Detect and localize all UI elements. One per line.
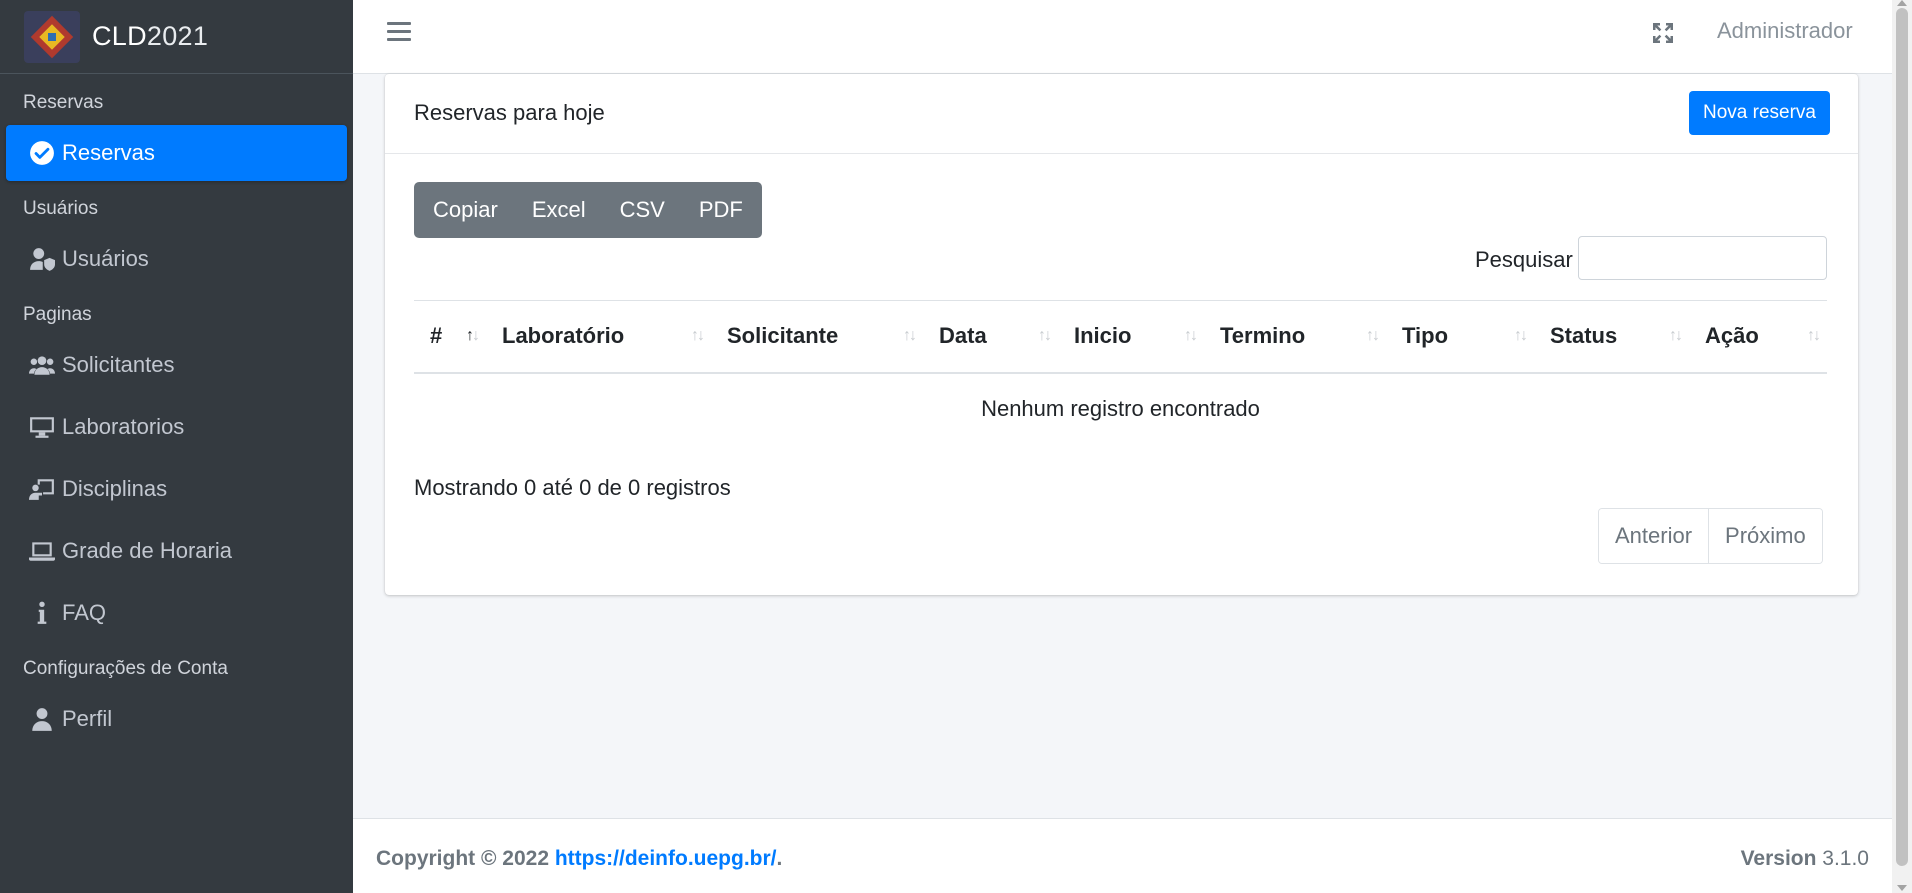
copyright: Copyright © 2022 https://deinfo.uepg.br/… bbox=[376, 847, 782, 871]
excel-button[interactable]: Excel bbox=[515, 182, 603, 238]
nav-header-reservas: Reservas bbox=[23, 92, 104, 113]
sort-icon: ↑↓ bbox=[1807, 327, 1821, 345]
brand-name: CLD2021 bbox=[92, 21, 208, 52]
page-scrollbar[interactable] bbox=[1892, 0, 1912, 893]
scroll-down-icon[interactable] bbox=[1897, 885, 1907, 891]
copy-button[interactable]: Copiar bbox=[416, 182, 515, 238]
sidebar-item-label: Reservas bbox=[62, 140, 155, 165]
pdf-button[interactable]: PDF bbox=[682, 182, 760, 238]
column-header-laboratorio[interactable]: Laboratório ↑↓ bbox=[486, 301, 711, 373]
desktop-icon bbox=[28, 413, 56, 441]
table-header-row: # ↑↓ Laboratório ↑↓ Solicitante ↑↓ Data ↑↓ I… bbox=[414, 300, 1827, 373]
search-input[interactable] bbox=[1578, 236, 1827, 280]
sort-icon: ↑↓ bbox=[1669, 327, 1683, 345]
nav-header-usuarios: Usuários bbox=[23, 198, 98, 219]
column-header-acao[interactable]: Ação ↑↓ bbox=[1689, 301, 1827, 373]
brand-link[interactable]: CLD2021 bbox=[0, 0, 353, 74]
sidebar-item-grade-de-horaria[interactable]: Grade de Horaria bbox=[6, 523, 347, 579]
sidebar-item-label: Grade de Horaria bbox=[62, 538, 232, 563]
column-header-data[interactable]: Data ↑↓ bbox=[923, 301, 1058, 373]
sidebar-item-label: Laboratorios bbox=[62, 414, 185, 439]
user-icon bbox=[28, 705, 56, 733]
check-circle-icon bbox=[28, 139, 56, 167]
menu-toggle-icon[interactable] bbox=[387, 22, 411, 44]
version-info: Version 3.1.0 bbox=[1741, 847, 1869, 871]
sidebar-item-label: Solicitantes bbox=[62, 352, 175, 377]
top-navbar: Administrador bbox=[353, 0, 1892, 74]
column-header-status[interactable]: Status ↑↓ bbox=[1534, 301, 1689, 373]
user-menu[interactable]: Administrador bbox=[1717, 18, 1853, 44]
version-number: 3.1.0 bbox=[1822, 847, 1869, 870]
table-row: Nenhum registro encontrado bbox=[414, 373, 1827, 445]
users-icon bbox=[28, 351, 56, 379]
copyright-suffix: . bbox=[776, 847, 783, 870]
sidebar-item-laboratorios[interactable]: Laboratorios bbox=[6, 399, 347, 455]
sort-asc-icon: ↑↓ bbox=[466, 327, 480, 345]
column-header-inicio[interactable]: Inicio ↑↓ bbox=[1058, 301, 1204, 373]
sidebar-item-usuarios[interactable]: Usuários bbox=[6, 231, 347, 287]
column-header-label: Laboratório bbox=[502, 323, 625, 349]
export-button-group: Copiar Excel CSV PDF bbox=[414, 182, 762, 238]
sort-icon: ↑↓ bbox=[1366, 327, 1380, 345]
table-info: Mostrando 0 até 0 de 0 registros bbox=[414, 475, 731, 500]
brand-logo bbox=[24, 10, 80, 63]
fullscreen-icon[interactable] bbox=[1651, 21, 1675, 45]
nova-reserva-button[interactable]: Nova reserva bbox=[1689, 91, 1830, 135]
sidebar-item-label: Usuários bbox=[62, 246, 149, 271]
column-header-label: # bbox=[430, 323, 443, 349]
laptop-icon bbox=[28, 537, 56, 565]
sidebar-item-label: FAQ bbox=[62, 600, 107, 625]
search-label: Pesquisar bbox=[1475, 247, 1573, 272]
sort-icon: ↑↓ bbox=[1184, 327, 1198, 345]
next-page-button[interactable]: Próximo bbox=[1708, 509, 1822, 563]
sidebar-item-faq[interactable]: FAQ bbox=[6, 585, 347, 641]
column-header-label: Ação bbox=[1705, 323, 1759, 349]
chalkboard-teacher-icon bbox=[28, 475, 56, 503]
sort-icon: ↑↓ bbox=[903, 327, 917, 345]
sidebar-item-disciplinas[interactable]: Disciplinas bbox=[6, 461, 347, 517]
nav-header-paginas: Paginas bbox=[23, 304, 92, 325]
column-header-tipo[interactable]: Tipo ↑↓ bbox=[1386, 301, 1534, 373]
column-header-label: Inicio bbox=[1074, 323, 1132, 349]
reservas-card: Reservas para hoje Nova reserva Copiar E… bbox=[385, 74, 1858, 595]
column-header-label: Data bbox=[939, 323, 987, 349]
sidebar-item-perfil[interactable]: Perfil bbox=[6, 691, 347, 747]
pagination: Anterior Próximo bbox=[1598, 508, 1823, 564]
column-header-termino[interactable]: Termino ↑↓ bbox=[1204, 301, 1386, 373]
footer: Copyright © 2022 https://deinfo.uepg.br/… bbox=[353, 818, 1892, 893]
card-header: Reservas para hoje Nova reserva bbox=[385, 74, 1858, 154]
column-header-label: Solicitante bbox=[727, 323, 839, 349]
column-header-label: Status bbox=[1550, 323, 1618, 349]
footer-link[interactable]: https://deinfo.uepg.br/ bbox=[555, 847, 777, 870]
sidebar-item-reservas[interactable]: Reservas bbox=[6, 125, 347, 181]
sidebar-item-solicitantes[interactable]: Solicitantes bbox=[6, 337, 347, 393]
reservas-table: # ↑↓ Laboratório ↑↓ Solicitante ↑↓ Data ↑↓ I… bbox=[414, 300, 1827, 445]
previous-page-button[interactable]: Anterior bbox=[1599, 509, 1709, 563]
column-header-label: Termino bbox=[1220, 323, 1306, 349]
brand-name-light: 2021 bbox=[146, 21, 209, 51]
sort-icon: ↑↓ bbox=[691, 327, 705, 345]
sort-icon: ↑↓ bbox=[1038, 327, 1052, 345]
nav-header-configuracoes: Configurações de Conta bbox=[23, 658, 228, 679]
user-shield-icon bbox=[28, 245, 56, 273]
csv-button[interactable]: CSV bbox=[603, 182, 682, 238]
sidebar: CLD2021 Reservas Reservas Usuários Usuár… bbox=[0, 0, 353, 893]
scrollbar-thumb[interactable] bbox=[1896, 8, 1908, 866]
column-header-solicitante[interactable]: Solicitante ↑↓ bbox=[711, 301, 923, 373]
card-title: Reservas para hoje bbox=[414, 100, 605, 125]
version-label: Version bbox=[1740, 847, 1817, 870]
sidebar-item-label: Perfil bbox=[62, 706, 113, 731]
scroll-up-icon[interactable] bbox=[1897, 0, 1907, 6]
empty-table-message: Nenhum registro encontrado bbox=[981, 396, 1260, 421]
info-icon bbox=[28, 599, 56, 627]
sort-icon: ↑↓ bbox=[1514, 327, 1528, 345]
copyright-text: Copyright © 2022 bbox=[376, 847, 550, 870]
sidebar-item-label: Disciplinas bbox=[62, 476, 168, 501]
brand-name-bold: CLD bbox=[92, 21, 147, 51]
column-header-label: Tipo bbox=[1402, 323, 1449, 349]
column-header-number[interactable]: # ↑↓ bbox=[414, 301, 486, 373]
